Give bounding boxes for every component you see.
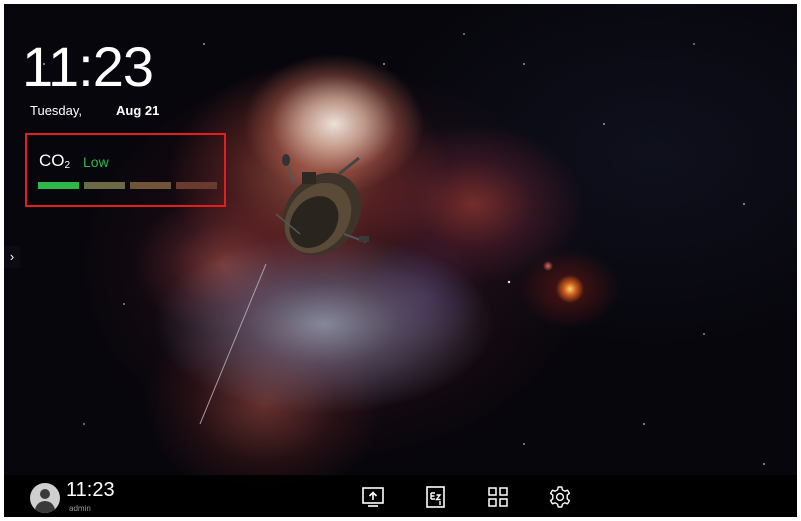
co2-label-text: CO <box>39 151 65 170</box>
apps-grid-icon <box>488 487 508 507</box>
clock-date: Aug 21 <box>116 103 160 118</box>
screen-share-button[interactable] <box>360 484 386 510</box>
user-avatar[interactable] <box>30 483 60 513</box>
settings-button[interactable] <box>547 484 573 510</box>
desktop-wallpaper: 11:23 Tuesday, Aug 21 CO2 Low › <box>4 4 797 517</box>
apps-grid-button[interactable] <box>485 484 511 510</box>
clock-time: 11:23 <box>22 35 154 98</box>
co2-label: CO2 <box>39 151 70 171</box>
taskbar-user-name: admin <box>69 504 91 513</box>
clock-day: Tuesday, <box>30 103 83 118</box>
avatar-body <box>35 501 55 513</box>
ez-write-button[interactable] <box>423 484 449 510</box>
co2-level-bar <box>84 182 125 189</box>
side-panel-toggle-button[interactable]: › <box>4 246 20 268</box>
co2-level-text: Low <box>83 154 109 170</box>
screen-share-icon <box>362 487 384 507</box>
co2-level-bar <box>130 182 171 189</box>
avatar-head <box>40 489 50 499</box>
chevron-right-icon: › <box>9 249 15 264</box>
co2-level-bar <box>176 182 217 189</box>
co2-label-subscript: 2 <box>64 160 71 171</box>
ez-write-icon <box>426 486 445 508</box>
co2-level-bar <box>38 182 79 189</box>
taskbar-time: 11:23 <box>66 479 115 501</box>
settings-gear-icon <box>549 486 571 508</box>
taskbar: 11:23 admin <box>4 475 797 517</box>
co2-widget[interactable]: CO2 Low <box>25 133 226 207</box>
